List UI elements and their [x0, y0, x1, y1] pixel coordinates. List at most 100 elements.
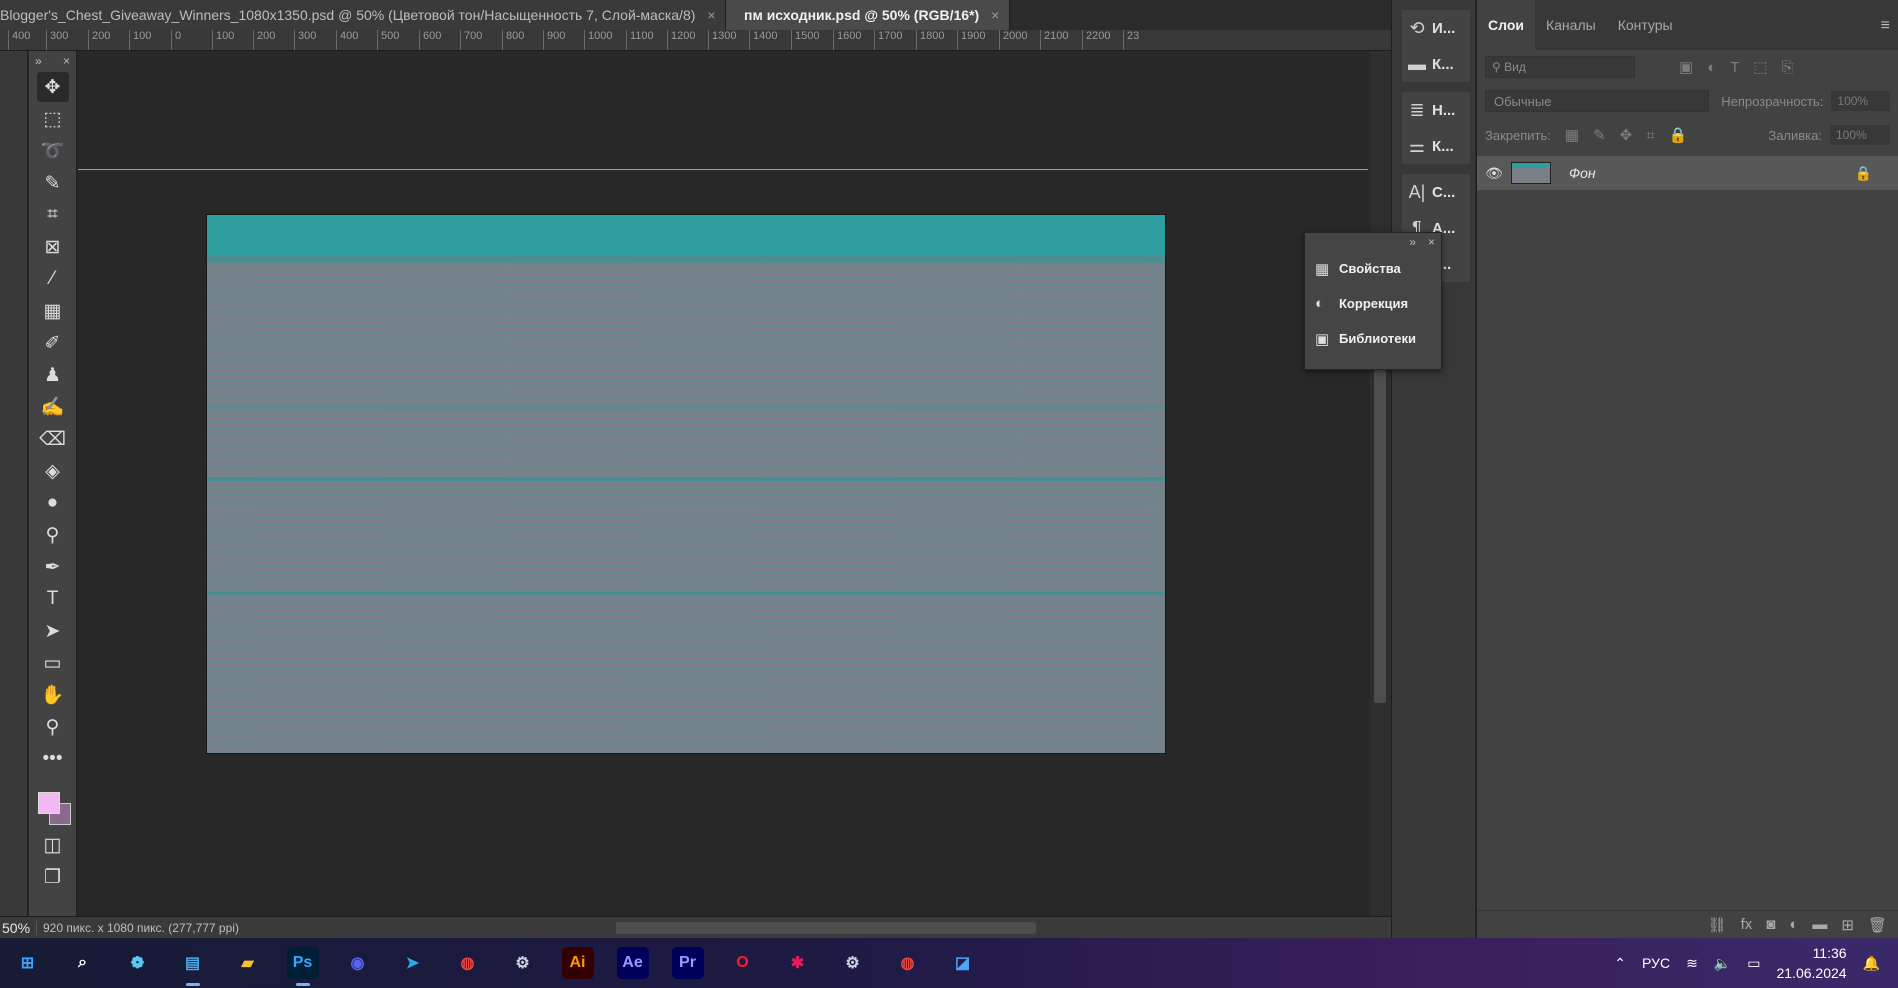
taskbar-steam-2-button[interactable]: ⚙ [825, 938, 880, 988]
adjustment-filter-icon[interactable]: ◐ [1707, 59, 1716, 76]
zoom-level[interactable]: 50% [0, 920, 36, 936]
screen-mode-icon[interactable]: ❐ [37, 862, 69, 892]
zoom-tool-icon[interactable]: ⚲ [37, 712, 69, 742]
taskbar-widgets-button[interactable]: ❁ [110, 938, 165, 988]
taskbar-illustrator-button[interactable]: Ai [550, 938, 605, 988]
healing-brush-tool-icon[interactable]: ▦ [37, 296, 69, 326]
popup-item-libraries[interactable]: ▣ Библиотеки [1305, 321, 1441, 356]
dodge-tool-icon[interactable]: ⚲ [37, 520, 69, 550]
language-indicator[interactable]: РУС [1642, 955, 1670, 971]
clock[interactable]: 11:36 21.06.2024 [1776, 943, 1846, 983]
stamp-tool-icon[interactable]: ♟ [37, 360, 69, 390]
blur-tool-icon[interactable]: ● [37, 488, 69, 518]
quick-mask-icon[interactable]: ◫ [37, 830, 69, 860]
scroll-thumb[interactable] [616, 921, 1036, 934]
adjustment-layer-icon[interactable]: ◐ [1789, 916, 1798, 933]
close-icon[interactable]: × [991, 7, 999, 23]
taskbar-discord-button[interactable]: ◉ [330, 938, 385, 988]
link-icon[interactable]: ⛓ [1708, 916, 1727, 934]
blend-mode-select[interactable]: Обычные [1485, 90, 1710, 112]
tab-channels[interactable]: Каналы [1535, 0, 1607, 50]
taskbar-start-button[interactable]: ⊞ [0, 938, 55, 988]
frame-tool-icon[interactable]: ⊠ [37, 232, 69, 262]
layer-filter-input[interactable]: ⚲ Вид [1485, 56, 1635, 78]
marquee-tool-icon[interactable]: ⬚ [37, 104, 69, 134]
character-panel-button[interactable]: A| С... [1402, 174, 1470, 210]
eyedropper-tool-icon[interactable]: ⁄ [37, 264, 69, 294]
guide-line[interactable] [78, 169, 1368, 170]
type-filter-icon[interactable]: T [1730, 59, 1739, 76]
tab-layers[interactable]: Слои [1477, 0, 1535, 50]
wifi-icon[interactable]: ≋ [1686, 955, 1698, 972]
pixel-filter-icon[interactable]: ▣ [1679, 58, 1693, 76]
lasso-tool-icon[interactable]: ➰ [37, 136, 69, 166]
document-info[interactable]: 920 пикс. x 1080 пикс. (277,777 ppi) [36, 920, 261, 935]
notifications-icon[interactable]: 🔔 [1863, 955, 1880, 972]
expand-icon[interactable]: » [35, 54, 42, 68]
quick-selection-tool-icon[interactable]: ✎ [37, 168, 69, 198]
horizontal-ruler[interactable]: 400 300 200 100 0 100 200 300 400 500 600 700 800 900… [0, 30, 1391, 51]
foreground-color-swatch[interactable] [37, 792, 60, 814]
history-panel-button[interactable]: ⟲ И... [1402, 10, 1470, 46]
lock-pixels-icon[interactable]: ✎ [1593, 126, 1606, 144]
layer-row[interactable]: 👁 Фон 🔒 [1477, 156, 1898, 190]
lock-all-icon[interactable]: 🔒 [1669, 126, 1688, 144]
brush-presets-panel-button[interactable]: ⚌ К... [1402, 128, 1470, 164]
type-tool-icon[interactable]: T [37, 584, 69, 614]
mask-icon[interactable]: ◙ [1766, 916, 1775, 933]
folder-icon[interactable]: ▬ [1812, 916, 1827, 933]
pen-tool-icon[interactable]: ✒ [37, 552, 69, 582]
taskbar-search-button[interactable]: ⌕ [55, 938, 110, 988]
popup-item-adjustments[interactable]: ◐ Коррекция [1305, 286, 1441, 321]
lock-icon[interactable]: 🔒 [1855, 165, 1872, 182]
horizontal-scrollbar[interactable] [261, 917, 1391, 939]
brush-settings-panel-button[interactable]: ≣ Н... [1402, 92, 1470, 128]
taskbar-photoshop-button[interactable]: Ps [275, 938, 330, 988]
fx-icon[interactable]: fx [1741, 916, 1753, 933]
close-icon[interactable]: × [1428, 235, 1435, 249]
taskbar-chrome-2-button[interactable]: ◍ [880, 938, 935, 988]
more-tools-icon[interactable]: ••• [37, 744, 69, 774]
rectangle-tool-icon[interactable]: ▭ [37, 648, 69, 678]
opacity-input[interactable]: 100% [1831, 91, 1890, 111]
brush-tool-icon[interactable]: ✐ [37, 328, 69, 358]
chevron-up-icon[interactable]: ⌃ [1614, 955, 1626, 972]
popup-item-properties[interactable]: ▦ Свойства [1305, 251, 1441, 286]
lock-position-icon[interactable]: ✥ [1620, 126, 1633, 144]
scroll-thumb[interactable] [1374, 353, 1386, 703]
canvas-area[interactable] [78, 51, 1368, 916]
taskbar-after-effects-button[interactable]: Ae [605, 938, 660, 988]
eraser-tool-icon[interactable]: ⌫ [37, 424, 69, 454]
taskbar-explorer-button[interactable]: ▰ [220, 938, 275, 988]
smart-object-filter-icon[interactable]: ⎘ [1782, 59, 1794, 76]
document-image[interactable] [206, 214, 1166, 754]
taskbar-opera-button[interactable]: O [715, 938, 770, 988]
taskbar-premiere-button[interactable]: Pr [660, 938, 715, 988]
close-icon[interactable]: × [63, 54, 70, 68]
trash-icon[interactable]: 🗑 [1868, 916, 1887, 934]
doc-tab-source[interactable]: пм исходник.psd @ 50% (RGB/16*) × [726, 0, 1011, 30]
battery-icon[interactable]: ▭ [1747, 955, 1760, 972]
color-swatches[interactable] [33, 782, 73, 828]
taskbar-notepad-button[interactable]: ▤ [165, 938, 220, 988]
taskbar-chrome-button[interactable]: ◍ [440, 938, 495, 988]
doc-tab-giveaway[interactable]: Blogger's_Chest_Giveaway_Winners_1080x13… [0, 0, 726, 30]
tab-paths[interactable]: Контуры [1607, 0, 1684, 50]
eye-icon[interactable]: 👁 [1477, 165, 1511, 182]
panel-menu-icon[interactable]: ≡ [1881, 17, 1890, 35]
lock-transparency-icon[interactable]: ▦ [1565, 126, 1579, 144]
volume-icon[interactable]: 🔈 [1714, 955, 1731, 972]
shape-filter-icon[interactable]: ⬚ [1753, 58, 1767, 76]
move-tool-icon[interactable]: ✥ [36, 72, 69, 102]
close-icon[interactable]: × [707, 7, 715, 23]
paint-bucket-tool-icon[interactable]: ◈ [37, 456, 69, 486]
layer-name[interactable]: Фон [1569, 165, 1596, 181]
taskbar-paint-button[interactable]: ◪ [935, 938, 990, 988]
crop-tool-icon[interactable]: ⌗ [37, 200, 69, 230]
expand-icon[interactable]: » [1409, 235, 1416, 249]
lock-artboard-icon[interactable]: ⌗ [1646, 127, 1654, 144]
path-selection-tool-icon[interactable]: ➤ [37, 616, 69, 646]
taskbar-slack-button[interactable]: ✱ [770, 938, 825, 988]
taskbar-steam-button[interactable]: ⚙ [495, 938, 550, 988]
comments-panel-button[interactable]: ▬ К... [1402, 46, 1470, 82]
